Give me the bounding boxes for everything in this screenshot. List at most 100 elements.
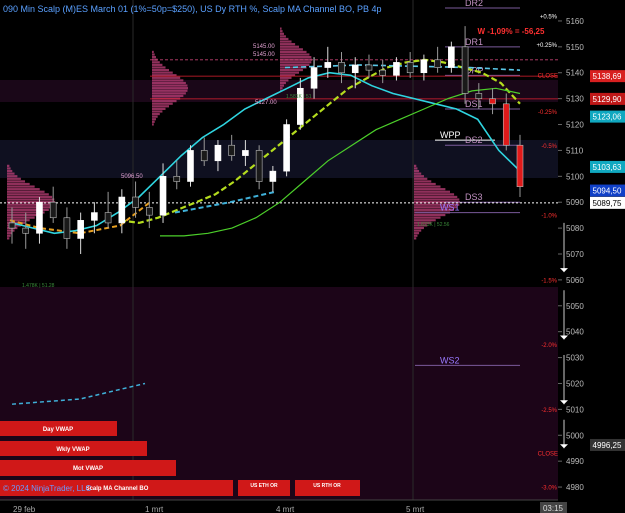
candle-body [22,227,30,234]
candle-body [310,67,318,89]
profile-bar [280,50,307,54]
profile-bar [7,177,21,180]
profile-bar [152,61,160,64]
y-tick-label: 5010 [566,405,584,414]
candle-body [8,222,16,229]
y-tick-label: 5020 [566,379,584,388]
profile-bar [414,195,458,199]
profile-bar [152,63,163,66]
y-tick-label: 4980 [566,483,584,492]
y-tick-label: 5120 [566,121,584,130]
profile-label: 1.623K | 52.56 [417,222,450,228]
pivot-label: DS1 [465,99,483,109]
pct-label: -2.5% [541,408,557,414]
profile-bar [7,203,55,206]
profile-bar [152,123,154,126]
close-label: CLOSE [538,73,558,79]
profile-bar [414,180,432,183]
profile-label: 5145.00 [253,44,275,50]
time-axis[interactable] [0,500,625,513]
candle-body [338,62,345,74]
profile-bar [152,112,160,116]
profile-bar [414,190,451,193]
profile-bar [280,81,286,85]
profile-bar [280,76,292,79]
candle-body [255,150,263,182]
profile-label: 5145.00 [253,52,275,58]
pct-label: +0.25% [536,43,557,49]
profile-bar [414,172,422,175]
candle-body [36,201,43,234]
rth-or-label: US RTH OR [313,483,341,489]
candle-body [242,150,249,156]
profile-bar [7,164,10,167]
candle-body [434,59,441,68]
profile-bar [414,232,420,235]
pct-label: -2.0% [541,343,557,349]
profile-bar [414,198,460,201]
profile-bar [152,84,188,87]
profile-bar [414,193,455,196]
profile-bar [152,89,188,92]
profile-bar [152,115,158,118]
profile-bar [414,237,417,240]
profile-bar [7,195,53,199]
profile-bar [7,188,40,191]
profile-bar [7,175,18,178]
profile-bar [152,102,173,105]
candle-body [420,59,428,74]
profile-bar [7,198,55,201]
profile-bar [152,76,181,79]
close-label: CLOSE [538,452,558,458]
price-badge-label: 5089,75 [593,199,622,208]
profile-label: 5127.00 [255,100,277,106]
y-tick-label: 5160 [566,17,584,26]
price-badge-label: 5123,06 [593,113,622,122]
time-label: 03:15 [543,504,564,513]
profile-bar [414,177,428,180]
pivot-label: WPP [440,130,461,140]
price-badge-label: 5138,69 [593,72,622,81]
candle-body [63,217,71,239]
candle-body [49,201,57,219]
candle-body [200,150,208,162]
profile-bar [414,164,417,167]
profile-bar [7,201,55,204]
profile-bar [280,40,292,43]
profile-bar [414,219,436,222]
candle-body [324,62,332,68]
profile-bar [7,180,26,183]
profile-bar [280,68,303,72]
profile-bar [7,193,49,196]
profile-bar [280,32,284,35]
profile-bar [414,175,424,178]
candle-body [132,196,139,208]
profile-bar [280,45,300,48]
x-tick: 1 mrt [145,505,164,513]
profile-bar [152,66,166,69]
profile-bar [152,71,173,74]
x-tick: 29 feb [13,505,36,513]
candle-body [475,93,483,99]
pivot-label: DR1 [465,37,483,47]
y-tick-label: 5030 [566,354,584,363]
candle-body [351,64,359,74]
price-badge-label: 5129,90 [593,95,622,104]
candle-body [489,98,496,105]
candle-body [145,207,153,216]
profile-bar [7,185,35,188]
profile-bar [280,56,312,59]
candle-body [104,212,112,224]
profile-bar [7,190,45,193]
profile-bar [280,30,283,33]
pct-label: -1.0% [541,214,557,220]
pct-label: -0.5% [541,144,557,150]
pivot-label: WS1 [440,203,460,213]
y-tick-label: 5100 [566,172,584,181]
price-badge-label: 5094,50 [593,187,622,196]
y-tick-label: 5050 [566,302,584,311]
profile-bar [7,206,53,209]
weekly-change-label: W -1,09% = -56,25 [478,27,545,36]
day-vwap-label: Day VWAP [43,427,73,433]
candle-body [448,46,455,68]
